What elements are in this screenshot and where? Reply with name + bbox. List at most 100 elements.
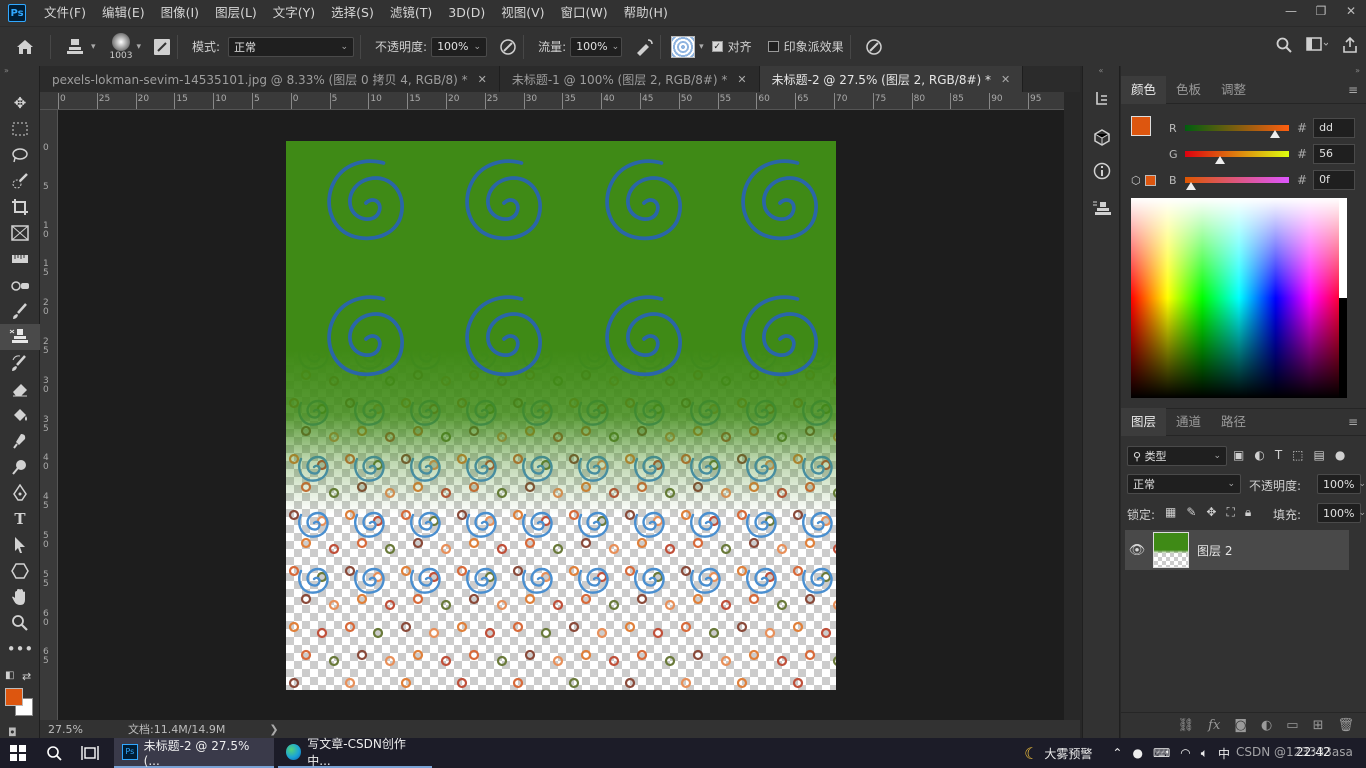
moon-weather-icon[interactable]: ☾ (1024, 744, 1038, 763)
type-tool-icon[interactable]: T (0, 506, 40, 532)
red-slider[interactable] (1185, 125, 1289, 138)
filter-shape-icon[interactable]: ⬚ (1292, 448, 1303, 462)
add-mask-icon[interactable]: ◙ (1234, 718, 1247, 733)
layer-filter-dropdown[interactable]: ⚲ 类型 ⌄ (1127, 446, 1227, 466)
align-checkbox-box[interactable]: ✓ (711, 41, 723, 52)
collapse-arrows-icon[interactable]: » (1121, 66, 1366, 76)
impressionist-checkbox[interactable]: 印象派效果 (767, 38, 844, 55)
chevron-down-icon[interactable]: ▾ (136, 42, 141, 52)
filter-type-icon[interactable]: T (1275, 448, 1282, 462)
pressure-opacity-icon[interactable] (499, 38, 517, 56)
menu-3d[interactable]: 3D(D) (440, 0, 493, 26)
windows-start-icon[interactable] (0, 738, 36, 768)
pressure-size-icon[interactable] (865, 38, 883, 56)
history-brush-tool-icon[interactable] (0, 350, 40, 376)
move-tool-icon[interactable]: ✥ (0, 90, 40, 116)
filter-smart-object-icon[interactable]: ▤ (1314, 448, 1325, 462)
lock-transparent-icon[interactable]: ▦ (1165, 505, 1176, 520)
brush-preset-picker[interactable]: 1003 (110, 32, 132, 61)
shape-tool-icon[interactable] (0, 558, 40, 584)
input-method-label[interactable]: 中 (1218, 745, 1230, 762)
brush-settings-icon[interactable] (153, 38, 171, 56)
tab-channels[interactable]: 通道 (1166, 408, 1211, 436)
fill-field[interactable]: 100% ⌄ (1317, 503, 1366, 523)
search-icon[interactable] (1276, 37, 1292, 56)
document-canvas[interactable] (286, 141, 836, 690)
dodge-tool-icon[interactable] (0, 454, 40, 480)
menu-window[interactable]: 窗口(W) (553, 0, 616, 26)
menu-filter[interactable]: 滤镜(T) (382, 0, 440, 26)
zoom-tool-icon[interactable] (0, 610, 40, 636)
airbrush-icon[interactable] (634, 38, 654, 56)
eraser-tool-icon[interactable] (0, 376, 40, 402)
wifi-icon[interactable]: ◠ (1180, 746, 1190, 760)
home-icon[interactable] (16, 39, 34, 55)
horizontal-ruler[interactable]: 0 25 20 15 10 5 0 5 10 15 20 25 30 35 40 45 50 55 60 65 70 75… (40, 92, 1080, 110)
pen-tool-icon[interactable] (0, 480, 40, 506)
new-group-icon[interactable]: ▭ (1286, 718, 1298, 733)
filter-adjustment-icon[interactable]: ◐ (1254, 448, 1264, 462)
mode-dropdown[interactable]: 正常 ⌄ (228, 36, 355, 57)
marquee-tool-icon[interactable] (0, 116, 40, 142)
layer-name[interactable]: 图层 2 (1197, 542, 1232, 559)
healing-brush-tool-icon[interactable] (0, 272, 40, 298)
tab-untitled-2[interactable]: 未标题-2 @ 27.5% (图层 2, RGB/8#) * ✕ (759, 66, 1024, 92)
tray-expand-icon[interactable]: ⌃ (1112, 746, 1122, 760)
blue-slider[interactable] (1185, 177, 1289, 190)
swap-colors-icon[interactable]: ⇄ (22, 670, 31, 683)
lock-pixels-icon[interactable]: ✎ (1186, 505, 1196, 520)
vertical-ruler[interactable]: 0 5 10 15 20 25 30 35 40 45 50 55 60 65 (40, 110, 58, 720)
frame-tool-icon[interactable] (0, 220, 40, 246)
lasso-tool-icon[interactable] (0, 142, 40, 168)
filter-pixel-icon[interactable]: ▣ (1233, 448, 1244, 462)
close-window-button[interactable]: ✕ (1336, 0, 1366, 22)
workspace-icon[interactable] (1306, 37, 1329, 56)
smudge-tool-icon[interactable] (0, 428, 40, 454)
filter-toggle-icon[interactable]: ● (1335, 448, 1345, 462)
clock[interactable]: 22:42 (1296, 745, 1331, 759)
status-menu-arrow[interactable]: ❯ (269, 723, 278, 736)
hand-tool-icon[interactable] (0, 584, 40, 610)
zoom-level[interactable]: 27.5% (48, 723, 128, 736)
lock-position-icon[interactable]: ✥ (1206, 505, 1216, 520)
menu-type[interactable]: 文字(Y) (265, 0, 323, 26)
tab-layers[interactable]: 图层 (1121, 408, 1167, 436)
collapse-arrows-icon[interactable]: « (1083, 66, 1119, 76)
path-selection-tool-icon[interactable] (0, 532, 40, 558)
default-colors-icon[interactable]: ◧ (5, 670, 14, 681)
align-checkbox[interactable]: ✓ 对齐 (711, 38, 752, 55)
more-tools-icon[interactable]: ••• (0, 636, 40, 662)
clone-source-panel-icon[interactable] (1083, 192, 1121, 226)
paint-bucket-tool-icon[interactable] (0, 402, 40, 428)
volume-icon[interactable]: 🔈︎ (1201, 746, 1208, 761)
panel-menu-icon[interactable]: ≡ (1348, 415, 1358, 429)
opacity-field[interactable]: 100% ⌄ (431, 36, 488, 57)
ruler-tool-icon[interactable] (0, 246, 40, 272)
share-icon[interactable] (1342, 36, 1358, 56)
quick-select-tool-icon[interactable] (0, 168, 40, 194)
menu-select[interactable]: 选择(S) (323, 0, 382, 26)
cube-warning-icon[interactable]: ⬡ (1131, 174, 1141, 187)
minimize-button[interactable]: — (1276, 0, 1306, 22)
close-icon[interactable]: ✕ (1001, 73, 1010, 86)
blue-thumb[interactable] (1186, 182, 1197, 190)
tab-adjustments[interactable]: 调整 (1211, 76, 1256, 104)
blue-value[interactable]: 0f (1313, 170, 1356, 190)
green-thumb[interactable] (1215, 156, 1226, 164)
link-layers-icon[interactable]: ⛓ (1178, 718, 1195, 733)
menu-help[interactable]: 帮助(H) (616, 0, 676, 26)
panel-menu-icon[interactable]: ≡ (1348, 83, 1358, 97)
green-slider[interactable] (1185, 151, 1289, 164)
green-value[interactable]: 56 (1313, 144, 1356, 164)
tab-pexels[interactable]: pexels-lokman-sevim-14535101.jpg @ 8.33%… (40, 66, 500, 92)
qq-tray-icon[interactable]: ● (1132, 746, 1142, 760)
fx-icon[interactable]: fx (1208, 718, 1220, 733)
impressionist-checkbox-box[interactable] (767, 41, 779, 52)
websafe-swatch[interactable] (1145, 175, 1156, 186)
menu-layer[interactable]: 图层(L) (207, 0, 265, 26)
layer-row[interactable]: 👁︎ 图层 2 (1125, 530, 1349, 570)
taskbar-app-edge[interactable]: 写文章-CSDN创作中... (278, 737, 432, 768)
collapse-arrows-icon[interactable]: » (0, 66, 39, 76)
brush-tool-icon[interactable] (0, 298, 40, 324)
lock-all-icon[interactable]: 🔒︎ (1245, 505, 1251, 520)
